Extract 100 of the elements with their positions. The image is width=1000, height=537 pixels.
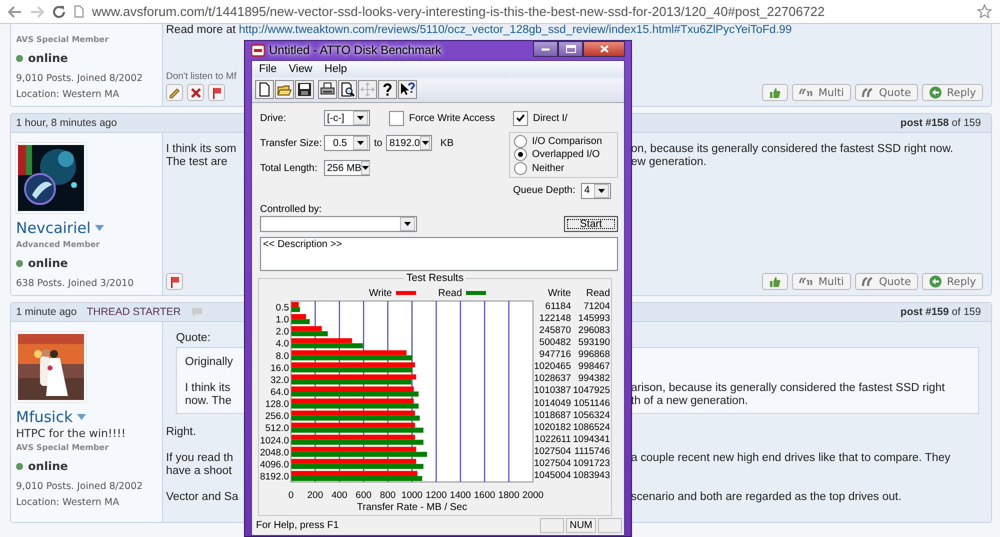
legend-label: Read (438, 288, 462, 299)
quote-button[interactable]: Quote (854, 273, 918, 290)
maximize-icon (566, 45, 576, 53)
total-length-dropdown[interactable]: 256 MB (324, 160, 370, 176)
multi-button[interactable]: Multi (792, 273, 851, 290)
tick-label: 1800 (498, 490, 520, 501)
field-label: Controlled by: (260, 204, 322, 215)
result-value: 1020182 (533, 422, 571, 434)
result-value: 145993 (577, 313, 610, 326)
controlled-by-dropdown[interactable] (260, 216, 417, 232)
message-text: The test are (166, 156, 228, 169)
radio-button[interactable] (514, 148, 527, 162)
category-label: 64.0 (270, 387, 289, 398)
close-button[interactable] (583, 41, 625, 57)
transfer-size-dropdown[interactable]: 8192.0 (386, 135, 432, 151)
message-text: scenario and both are regarded as the top drives out. (631, 491, 902, 504)
quote-label: Quote: (176, 332, 211, 344)
save-button[interactable] (295, 80, 314, 99)
report-button[interactable] (166, 273, 183, 290)
caret-icon[interactable] (94, 225, 104, 231)
field-label: Total Length: (260, 162, 318, 174)
minimize-icon (541, 48, 550, 50)
back-icon[interactable] (8, 6, 22, 18)
like-button[interactable] (762, 84, 788, 101)
post-time: 1 hour, 8 minutes ago (16, 117, 117, 129)
tick-label: 1600 (474, 490, 496, 501)
menu-item[interactable]: File (254, 63, 282, 75)
star-icon[interactable] (977, 4, 992, 19)
checkmark-icon (516, 114, 525, 122)
window-title: Untitled - ATTO Disk Benchmark (269, 43, 442, 58)
quote-button[interactable]: Quote (854, 84, 918, 101)
result-value: 296083 (577, 325, 610, 338)
description-field[interactable]: << Description >> (260, 237, 618, 271)
print-button[interactable] (318, 80, 337, 99)
start-button[interactable]: Start (564, 216, 618, 232)
open-button[interactable] (275, 80, 294, 99)
status-text: For Help, press F1 (256, 520, 340, 530)
result-value: 500482 (538, 337, 571, 350)
checkbox[interactable] (389, 110, 404, 126)
menu-item[interactable]: View (284, 63, 318, 75)
username[interactable]: Nevcairiel (16, 219, 91, 237)
transfer-size-dropdown[interactable]: 0.5 (324, 135, 370, 151)
multi-button[interactable]: Multi (792, 84, 851, 101)
quote-marks-icon (799, 276, 814, 286)
context-help-button[interactable] (398, 80, 417, 99)
menu-item[interactable]: Help (319, 63, 352, 75)
edit-button[interactable] (166, 84, 183, 101)
caret-icon (404, 222, 411, 226)
drive-dropdown[interactable]: [-c-] (324, 110, 370, 126)
tick-label: 400 (331, 490, 348, 501)
magnifier-page-icon (340, 82, 355, 97)
queue-depth-dropdown[interactable]: 4 (581, 182, 612, 198)
column-header: Write (546, 287, 571, 301)
speech-bubble-icon (190, 307, 203, 317)
online-dot (16, 54, 23, 62)
category-label: 1.0 (276, 314, 289, 326)
message-text: arison, because its generally considered the fastest SSD right (631, 382, 946, 395)
radio-label: Neither (532, 162, 564, 174)
preview-button[interactable] (338, 80, 357, 99)
review-link[interactable]: http://www.tweaktown.com/reviews/5110/ocz_vector_128gb_ssd_review/index15.html#Txu6ZlPycYeiToFd.99 (238, 24, 792, 36)
caret-icon (598, 188, 606, 192)
category-label: 4096.0 (260, 459, 289, 470)
result-value: 71204 (582, 301, 610, 314)
result-value: 1027504 (533, 446, 571, 458)
delete-button[interactable] (187, 84, 204, 101)
move-arrows-icon (360, 82, 375, 97)
new-button[interactable] (255, 80, 274, 99)
username[interactable]: Mfusick (16, 408, 73, 426)
report-button[interactable] (208, 84, 225, 101)
message-text: have a shoot (166, 465, 233, 478)
message-text: Originally (185, 356, 234, 369)
checkbox[interactable] (513, 110, 528, 126)
message-text: Right. (166, 426, 198, 439)
flag-icon (168, 276, 180, 288)
message-text: now. The (185, 395, 232, 408)
result-value: 61184 (544, 301, 571, 314)
user-location: Location: Western MA (16, 497, 120, 508)
radio-button[interactable] (514, 162, 527, 175)
maximize-button[interactable] (558, 41, 583, 57)
user-location: Location: Western MA (16, 89, 120, 100)
member-rank: AVS Special Member (16, 443, 109, 452)
minimize-button[interactable] (533, 41, 558, 57)
result-value: 122148 (538, 313, 571, 326)
online-dot (16, 260, 23, 266)
reply-button[interactable]: Reply (922, 84, 983, 101)
radio-button[interactable] (514, 134, 527, 148)
reply-button[interactable]: Reply (922, 273, 983, 290)
post-stats: 9,010 Posts. Joined 8/2002 (16, 481, 143, 492)
message-text: Read more at (166, 24, 236, 36)
axis-title: Transfer Rate - MB / Sec (356, 502, 468, 513)
help-button[interactable] (378, 80, 397, 99)
thread-starter-label: THREAD STARTER (86, 306, 181, 318)
tick-label: 1400 (450, 490, 471, 501)
caret-icon (362, 166, 370, 170)
result-value: 1051146 (572, 398, 610, 410)
reload-icon[interactable] (52, 4, 66, 18)
pointer-help-icon (400, 82, 415, 97)
like-button[interactable] (762, 273, 788, 290)
member-rank: AVS Special Member (16, 35, 109, 44)
caret-icon[interactable] (76, 414, 86, 420)
